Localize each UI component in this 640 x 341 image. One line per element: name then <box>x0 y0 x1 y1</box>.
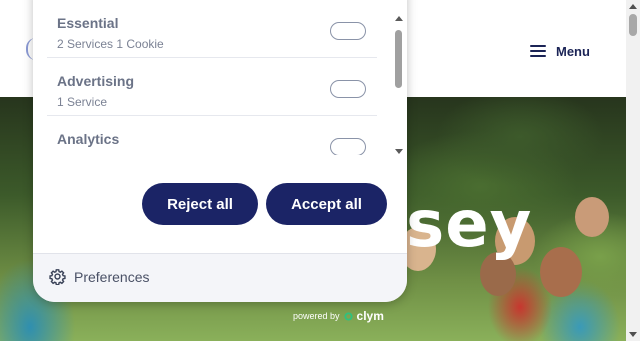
scroll-down-arrow-icon[interactable] <box>395 149 403 154</box>
menu-button[interactable]: Menu <box>530 40 590 62</box>
service-name: Advertising <box>57 73 135 89</box>
menu-label: Menu <box>556 43 590 59</box>
preferences-link[interactable]: Preferences <box>49 268 149 285</box>
scroll-up-arrow-icon[interactable] <box>629 4 637 9</box>
powered-by-brand: clym <box>356 309 384 323</box>
service-list-scrollbar[interactable] <box>393 16 405 154</box>
consent-footer: Preferences <box>33 253 407 302</box>
page-scroll-thumb[interactable] <box>629 14 637 36</box>
service-list-scroll-thumb[interactable] <box>395 30 402 88</box>
service-name: Essential <box>57 15 119 31</box>
preferences-label: Preferences <box>74 268 150 285</box>
service-name: Analytics <box>57 131 120 147</box>
powered-by-label: powered by <box>293 311 340 321</box>
clym-logo-icon <box>343 311 353 321</box>
photo-figure <box>575 197 609 237</box>
service-row-essential: Essential 2 Services 1 Cookie <box>47 0 377 58</box>
scroll-up-arrow-icon[interactable] <box>395 16 403 21</box>
analytics-toggle[interactable] <box>330 138 366 155</box>
advertising-toggle[interactable] <box>330 80 366 98</box>
service-description: 2 Services 1 Cookie <box>57 37 164 51</box>
hamburger-icon <box>530 45 546 57</box>
service-description: 1 Service <box>57 95 108 109</box>
service-row-advertising: Advertising 1 Service <box>47 58 377 116</box>
reject-all-button[interactable]: Reject all <box>142 183 258 225</box>
service-list: Essential 2 Services 1 Cookie Advertisin… <box>47 0 377 155</box>
cookie-consent-dialog: Essential 2 Services 1 Cookie Advertisin… <box>33 0 407 302</box>
page-scrollbar[interactable] <box>626 0 640 341</box>
service-row-analytics: Analytics <box>47 116 377 155</box>
photo-figure <box>540 247 582 297</box>
accept-all-button[interactable]: Accept all <box>266 183 387 225</box>
powered-by[interactable]: powered by clym <box>293 309 384 323</box>
scroll-down-arrow-icon[interactable] <box>629 332 637 337</box>
gear-icon <box>49 269 66 285</box>
essential-toggle[interactable] <box>330 22 366 40</box>
